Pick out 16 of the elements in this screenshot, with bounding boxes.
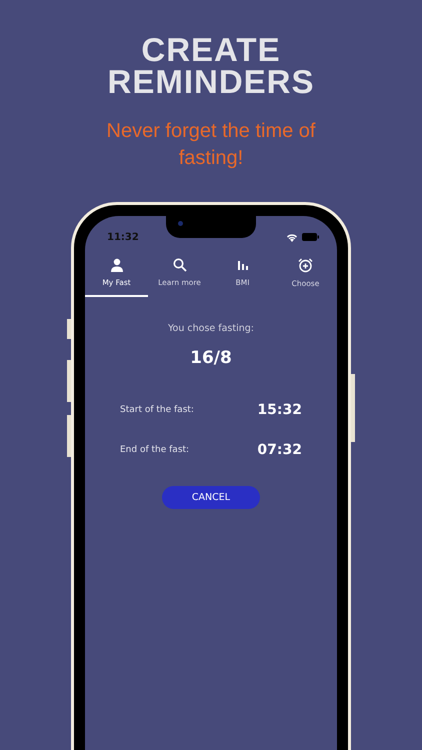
prompt-text: You chose fasting: [168,323,254,334]
headline: CREATE REMINDERS [107,34,315,98]
cancel-button[interactable]: CANCEL [162,486,260,509]
time-label: Start of the fast: [120,405,194,415]
search-icon [172,258,186,272]
bar-chart-icon [236,258,250,272]
battery-icon [302,233,319,241]
wifi-icon [286,232,298,242]
time-value: 07:32 [257,442,302,458]
status-time: 11:32 [107,232,139,242]
time-value: 15:32 [257,402,302,418]
alarm-plus-icon [298,258,313,273]
fasting-plan: 16/8 [190,348,232,368]
time-label: End of the fast: [120,445,190,455]
tagline: Never forget the time of fasting! [106,119,316,171]
person-icon [110,258,124,272]
